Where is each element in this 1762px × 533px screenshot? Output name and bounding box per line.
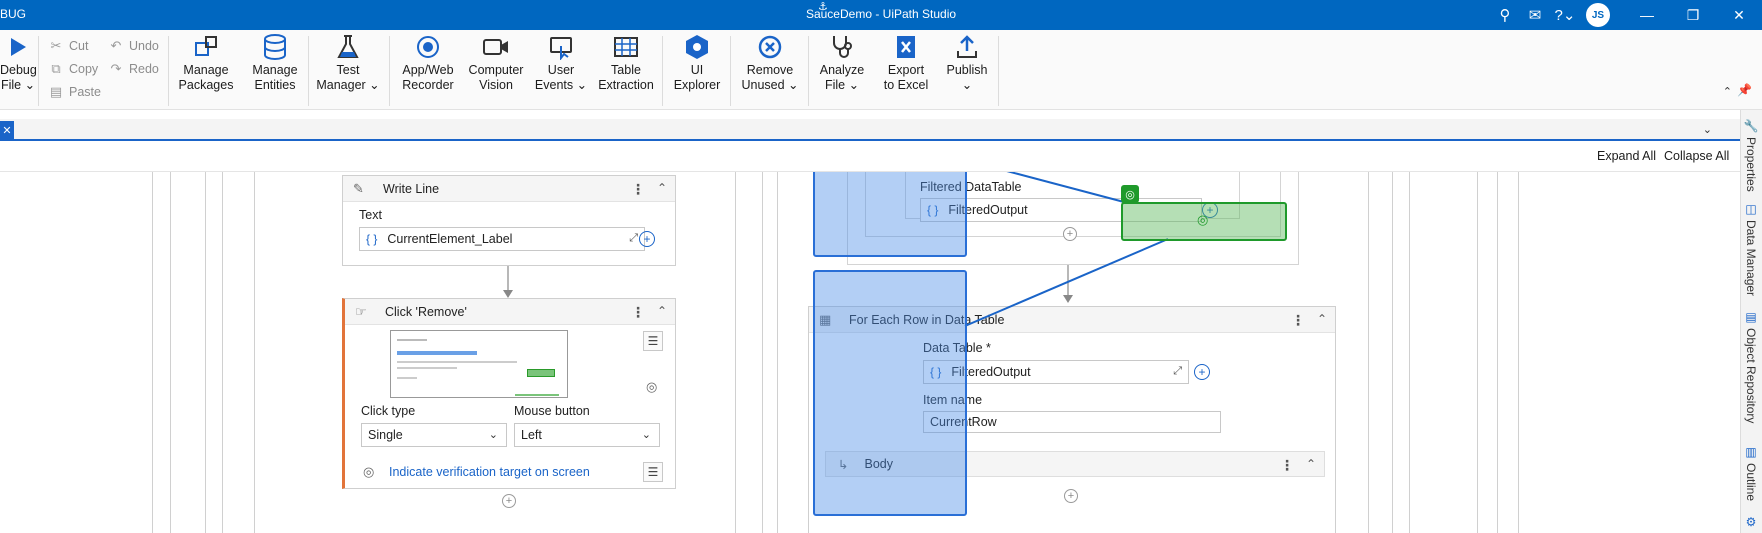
stethoscope-icon xyxy=(812,32,872,62)
table-icon xyxy=(594,32,658,62)
outline-icon: ▥ xyxy=(1744,445,1758,459)
test-explorer-icon: ⚙ xyxy=(1744,515,1758,529)
ui-explorer-icon xyxy=(668,32,726,62)
test-manager-button[interactable]: Test Manager ⌄ xyxy=(312,32,384,93)
analyze-file-button[interactable]: Analyze File ⌄ xyxy=(812,32,872,93)
selection-rect-bottom xyxy=(813,270,967,516)
camera-icon xyxy=(464,32,528,62)
wrench-icon: 🔧 xyxy=(1744,118,1758,133)
copy-icon: ⧉ xyxy=(51,61,61,76)
user-events-icon xyxy=(532,32,590,62)
search-icon[interactable]: ⚲ xyxy=(1490,0,1520,30)
pin-icon[interactable]: 📌 xyxy=(1737,83,1752,97)
computer-vision-button[interactable]: Computer Vision xyxy=(464,32,528,93)
play-icon xyxy=(0,32,36,62)
tabs-dropdown-icon[interactable]: ⌄ xyxy=(1703,123,1712,136)
target-anchor-icon[interactable]: ◎ xyxy=(1121,185,1139,203)
app-web-recorder-button[interactable]: App/Web Recorder xyxy=(396,32,460,93)
copy-button[interactable]: ⧉ Copy xyxy=(48,61,98,77)
cut-button[interactable]: ✂ Cut xyxy=(48,38,89,54)
upload-icon xyxy=(940,32,994,62)
debug-file-button[interactable]: Debug File ⌄ xyxy=(0,32,37,93)
tab-data-manager[interactable]: ◫ Data Manager xyxy=(1744,202,1758,296)
paste-button[interactable]: ▤ Paste xyxy=(48,84,101,100)
user-avatar[interactable]: JS xyxy=(1586,3,1610,27)
manage-entities-button[interactable]: Manage Entities xyxy=(244,32,306,93)
restore-button[interactable]: ❐ xyxy=(1670,0,1716,30)
paste-icon: ▤ xyxy=(49,84,63,99)
scissors-icon: ✂ xyxy=(50,38,62,53)
ui-explorer-button[interactable]: UI Explorer xyxy=(668,32,726,93)
redo-icon: ↷ xyxy=(110,61,122,76)
tab-properties[interactable]: 🔧 Properties xyxy=(1744,118,1758,191)
flask-icon xyxy=(312,32,384,62)
collapse-ribbon-icon[interactable]: ⌃ xyxy=(1723,85,1732,98)
publish-button[interactable]: Publish ⌄ xyxy=(940,32,994,93)
tab-test-explorer[interactable]: ⚙Te xyxy=(1744,515,1758,533)
data-manager-icon: ◫ xyxy=(1744,202,1758,216)
packages-icon xyxy=(174,32,238,62)
ribbon: Debug File ⌄ ✂ Cut ⧉ Copy ▤ Paste ↶ Undo ↷ Re… xyxy=(0,30,1762,110)
expand-all-button[interactable]: Expand All xyxy=(1597,149,1656,163)
manage-packages-button[interactable]: Manage Packages xyxy=(174,32,238,93)
object-repository-icon: ▤ xyxy=(1744,310,1758,324)
designer-canvas[interactable]: ✎ Write Line ⋮ ⌃ Text { } CurrentElement… xyxy=(0,171,1740,533)
excel-icon xyxy=(876,32,936,62)
minimize-button[interactable]: — xyxy=(1624,0,1670,30)
anchor-icon: ⚓ xyxy=(818,1,828,13)
side-panel: 🔧 Properties ◫ Data Manager ▤ Object Reposi… xyxy=(1740,110,1762,533)
help-icon[interactable]: ?⌄ xyxy=(1550,0,1580,30)
undo-button[interactable]: ↶ Undo xyxy=(108,38,159,54)
table-extraction-button[interactable]: Table Extraction xyxy=(594,32,658,93)
remove-unused-button[interactable]: Remove Unused ⌄ xyxy=(736,32,804,93)
tab-object-repository[interactable]: ▤ Object Repository xyxy=(1744,310,1758,423)
collapse-all-button[interactable]: Collapse All xyxy=(1664,149,1729,163)
export-to-excel-button[interactable]: Export to Excel xyxy=(876,32,936,93)
user-events-button[interactable]: User Events ⌄ xyxy=(532,32,590,93)
undo-icon: ↶ xyxy=(110,38,122,53)
database-icon xyxy=(244,32,306,62)
anchor-icon: ⚓ xyxy=(816,517,826,529)
remove-circle-icon xyxy=(736,32,804,62)
redo-button[interactable]: ↷ Redo xyxy=(108,61,159,77)
target-center-icon: ◎ xyxy=(1197,212,1209,227)
close-tab-icon[interactable]: ✕ xyxy=(0,121,14,139)
title-bar: BUG SauceDemo - UiPath Studio ⚲ ✉ ?⌄ JS … xyxy=(0,0,1762,30)
record-icon xyxy=(396,32,460,62)
close-window-button[interactable]: ✕ xyxy=(1716,0,1762,30)
selection-rect-top xyxy=(813,172,967,257)
feedback-icon[interactable]: ✉ xyxy=(1520,0,1550,30)
tab-outline[interactable]: ▥ Outline xyxy=(1744,445,1758,501)
title-bar-icons: ⚲ ✉ ?⌄ JS — ❐ ✕ xyxy=(1490,0,1762,30)
document-tab-strip: ✕ ⌄ xyxy=(0,119,1740,141)
